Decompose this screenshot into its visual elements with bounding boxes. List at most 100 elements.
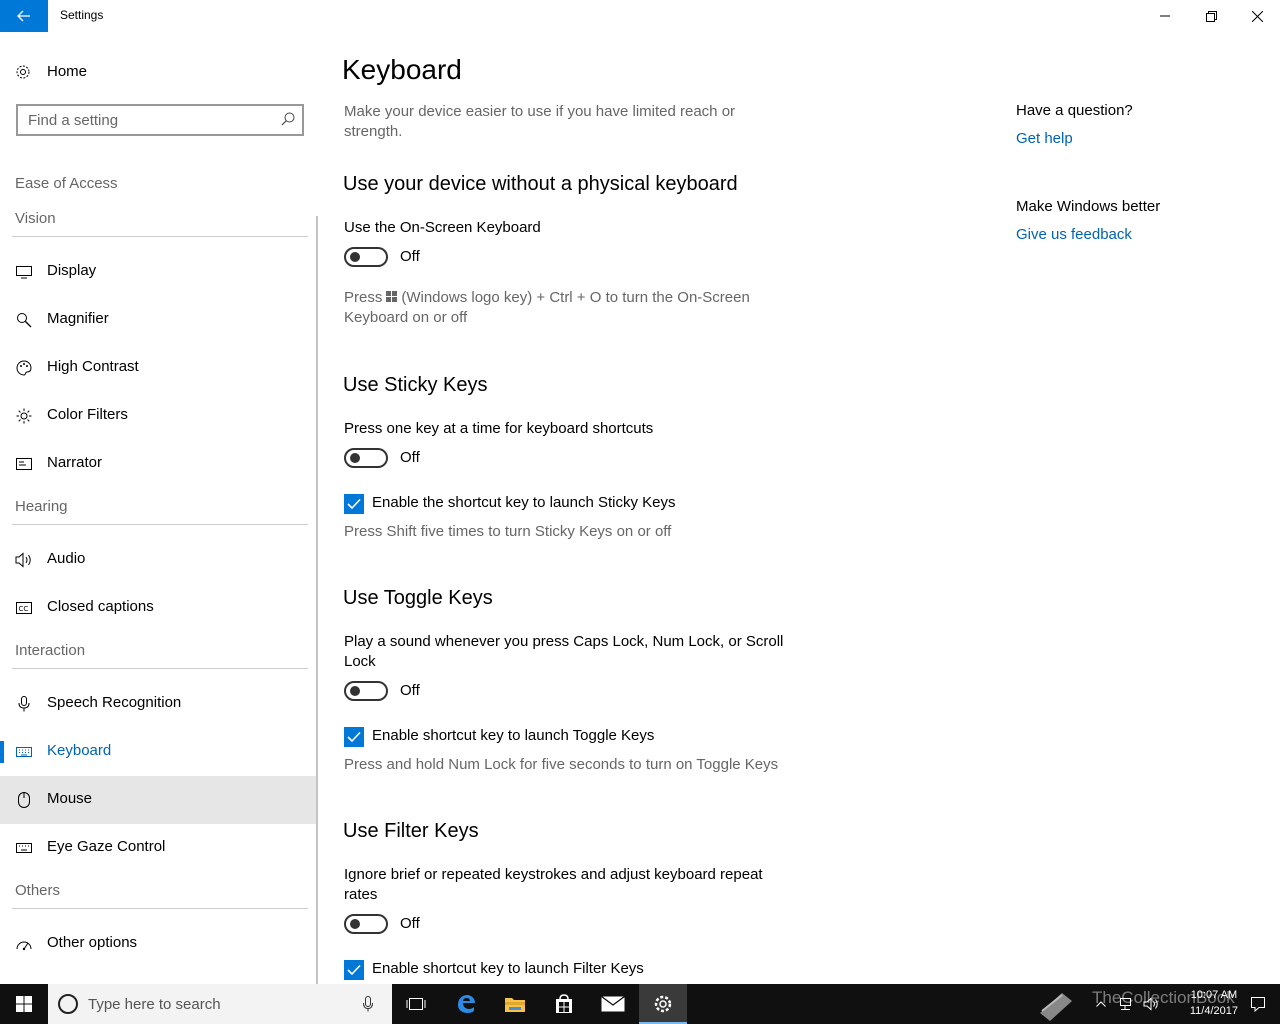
action-center-button[interactable] — [1238, 984, 1278, 1024]
settings-search-input[interactable] — [28, 111, 268, 129]
group-label-interaction: Interaction — [15, 642, 86, 659]
gear-icon — [15, 64, 31, 85]
toggle-knob — [350, 919, 360, 929]
section-heading-sticky-keys: Use Sticky Keys — [343, 374, 488, 396]
minimize-button[interactable] — [1142, 0, 1188, 32]
volume-icon — [1143, 997, 1158, 1011]
filter-keys-shortcut-label: Enable shortcut key to launch Filter Key… — [372, 960, 644, 977]
settings-search-box[interactable] — [16, 104, 304, 136]
title-bar: Settings — [0, 0, 1280, 32]
narrator-icon — [15, 455, 33, 473]
osk-label: Use the On-Screen Keyboard — [344, 219, 541, 236]
sidebar-item-mouse[interactable]: Mouse — [0, 776, 318, 824]
back-arrow-icon — [17, 10, 30, 22]
checkmark-icon[interactable] — [344, 727, 364, 747]
sticky-keys-toggle[interactable] — [344, 448, 388, 468]
osk-hint: Press (Windows logo key) + Ctrl + O to tu… — [344, 288, 784, 328]
group-label-vision: Vision — [15, 210, 56, 227]
mail-icon — [601, 996, 625, 1012]
restore-button[interactable] — [1188, 0, 1234, 32]
other-options-icon — [15, 935, 33, 953]
toggle-keys-label: Play a sound whenever you press Caps Loc… — [344, 633, 784, 670]
svg-text:CC: CC — [19, 605, 29, 613]
toggle-knob — [350, 252, 360, 262]
checkmark-icon[interactable] — [344, 494, 364, 514]
divider — [12, 236, 308, 237]
watermark-logo-icon — [1032, 984, 1080, 1024]
task-view-button[interactable] — [392, 984, 440, 1024]
sidebar-item-eye-gaze[interactable]: Eye Gaze Control — [0, 824, 318, 872]
minimize-icon — [1160, 15, 1170, 17]
toggle-keys-hint: Press and hold Num Lock for five seconds… — [344, 756, 779, 773]
sticky-keys-toggle-state: Off — [400, 449, 420, 466]
back-button[interactable] — [0, 0, 48, 32]
settings-icon — [654, 995, 672, 1013]
sidebar-item-audio[interactable]: Audio — [0, 536, 318, 584]
sidebar-item-label: Audio — [47, 550, 86, 567]
close-icon — [1251, 10, 1263, 22]
sidebar-item-label: Display — [47, 262, 97, 279]
search-icon[interactable] — [281, 112, 295, 131]
category-title: Ease of Access — [15, 175, 118, 192]
clock-date: 11/4/2017 — [1189, 1005, 1238, 1017]
sidebar-item-label: Other options — [47, 934, 138, 951]
mail-button[interactable] — [589, 984, 637, 1024]
sidebar-item-label: Keyboard — [47, 742, 112, 759]
taskbar-search-box[interactable] — [48, 984, 392, 1024]
sidebar-item-keyboard[interactable]: Keyboard — [0, 728, 318, 776]
task-view-icon — [406, 998, 426, 1010]
sidebar-item-label: Narrator — [47, 454, 103, 471]
osk-toggle[interactable] — [344, 247, 388, 267]
brightness-icon — [15, 407, 33, 425]
magnifier-icon — [15, 311, 33, 329]
checkmark-icon[interactable] — [344, 960, 364, 980]
sidebar-item-high-contrast[interactable]: High Contrast — [0, 344, 318, 392]
store-icon — [556, 994, 572, 1013]
home-nav[interactable]: Home — [0, 56, 320, 88]
file-explorer-icon — [505, 998, 525, 1012]
network-button[interactable] — [1115, 984, 1139, 1024]
volume-button[interactable] — [1140, 984, 1162, 1024]
mic-icon[interactable] — [363, 996, 373, 1017]
sidebar-item-label: Closed captions — [47, 598, 154, 615]
sidebar-item-other-options[interactable]: Other options — [0, 920, 318, 968]
eye-gaze-keyboard-icon — [15, 839, 33, 857]
toggle-knob — [350, 453, 360, 463]
start-button[interactable] — [0, 984, 48, 1024]
store-button[interactable] — [540, 984, 588, 1024]
filter-keys-toggle[interactable] — [344, 914, 388, 934]
taskbar-search-input[interactable] — [88, 995, 348, 1013]
sidebar-item-magnifier[interactable]: Magnifier — [0, 296, 318, 344]
windows-logo-icon — [386, 288, 398, 308]
sidebar-scrollbar[interactable] — [316, 216, 318, 984]
filter-keys-toggle-state: Off — [400, 915, 420, 932]
sidebar-item-label: Eye Gaze Control — [47, 838, 166, 855]
get-help-link[interactable]: Get help — [1016, 130, 1073, 147]
sidebar-item-color-filters[interactable]: Color Filters — [0, 392, 318, 440]
sidebar-item-display[interactable]: Display — [0, 248, 318, 296]
page-description: Make your device easier to use if you ha… — [344, 103, 736, 140]
sidebar-item-label: Magnifier — [47, 310, 109, 327]
give-feedback-link[interactable]: Give us feedback — [1016, 226, 1132, 243]
edge-button[interactable] — [442, 984, 490, 1024]
windows-start-icon — [16, 996, 32, 1012]
section-heading-toggle-keys: Use Toggle Keys — [343, 587, 493, 609]
file-explorer-button[interactable] — [491, 984, 539, 1024]
close-button[interactable] — [1234, 0, 1280, 32]
question-heading: Have a question? — [1016, 102, 1133, 119]
toggle-keys-toggle[interactable] — [344, 681, 388, 701]
main-content: Keyboard Make your device easier to use … — [340, 32, 960, 984]
osk-hint-suffix: (Windows logo key) + Ctrl + O to turn th… — [344, 289, 750, 327]
chevron-up-icon — [1096, 1001, 1106, 1007]
clock[interactable]: 10:07 AM 11/4/2017 — [1190, 987, 1238, 1019]
sidebar-item-narrator[interactable]: Narrator — [0, 440, 318, 488]
sidebar-item-speech-recognition[interactable]: Speech Recognition — [0, 680, 318, 728]
sidebar-item-closed-captions[interactable]: CC Closed captions — [0, 584, 318, 632]
mouse-icon — [15, 791, 33, 809]
clock-time: 10:07 AM — [1190, 989, 1238, 1001]
section-heading-osk: Use your device without a physical keybo… — [343, 173, 738, 195]
settings-taskbar-button[interactable] — [639, 984, 687, 1024]
sidebar-item-label: High Contrast — [47, 358, 139, 375]
show-hidden-icons-button[interactable] — [1090, 984, 1112, 1024]
home-label: Home — [47, 63, 88, 80]
